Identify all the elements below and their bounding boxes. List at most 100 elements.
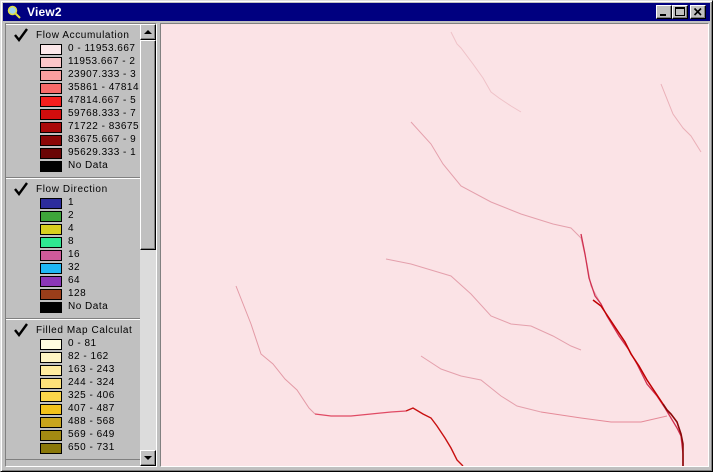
legend-item-label: 407 - 487 (68, 403, 115, 414)
legend-item-label: 0 - 11953.667 (68, 43, 136, 54)
legend-swatch (40, 161, 62, 172)
legend-swatch (40, 44, 62, 55)
theme-visibility-checkmark-icon[interactable] (14, 182, 28, 196)
legend-theme-header[interactable]: Flow Direction (6, 179, 140, 197)
theme-visibility-checkmark-icon[interactable] (14, 28, 28, 42)
legend-item-label: 95629.333 - 1 (68, 147, 137, 158)
stream-faint-top (450, 31, 522, 113)
legend-swatch (40, 109, 62, 120)
maximize-button[interactable] (672, 5, 688, 19)
legend-theme-header[interactable]: Filled Map Calculat (6, 320, 140, 338)
map-display[interactable] (160, 23, 709, 467)
legend-item-label: 0 - 81 (68, 338, 97, 349)
legend-item-label: 83675.667 - 9 (68, 134, 137, 145)
legend-item: 11953.667 - 2 (6, 56, 140, 69)
legend-item: 71722 - 83675 (6, 121, 140, 134)
legend-swatch (40, 404, 62, 415)
legend-item: 64 (6, 275, 140, 288)
stream-faint-right (660, 83, 702, 153)
legend-item: 2 (6, 210, 140, 223)
legend-swatch (40, 302, 62, 313)
main-channel-lower (592, 299, 664, 405)
legend-item-label: 71722 - 83675 (68, 121, 140, 132)
legend-theme: Flow Accumulation 0 - 11953.667 11953.667 … (6, 24, 140, 178)
legend-item: 128 (6, 288, 140, 301)
legend-swatch (40, 276, 62, 287)
stream-north-branch (410, 121, 602, 305)
legend-item: 1 (6, 197, 140, 210)
legend-item-label: 2 (68, 210, 75, 221)
legend-swatch (40, 122, 62, 133)
legend-item-label: 4 (68, 223, 75, 234)
legend-item-label: 8 (68, 236, 75, 247)
legend-item-label: 163 - 243 (68, 364, 115, 375)
legend-item: 0 - 11953.667 (6, 43, 140, 56)
legend-item-label: 244 - 324 (68, 377, 115, 388)
stream-west-branch (385, 258, 582, 351)
legend-swatch (40, 430, 62, 441)
close-button[interactable] (690, 5, 706, 19)
legend-item: 569 - 649 (6, 429, 140, 442)
legend-swatch (40, 224, 62, 235)
legend-swatch (40, 263, 62, 274)
scroll-down-button[interactable] (140, 450, 156, 466)
legend-swatch (40, 237, 62, 248)
view-magnifier-icon (7, 5, 21, 19)
legend-item-label: 23907.333 - 3 (68, 69, 137, 80)
legend-item: 244 - 324 (6, 377, 140, 390)
legend-swatch (40, 365, 62, 376)
legend-swatch (40, 70, 62, 81)
legend-item-label: 82 - 162 (68, 351, 109, 362)
legend-item-label: 47814.667 - 5 (68, 95, 137, 106)
legend-swatch (40, 339, 62, 350)
legend-item-label: 650 - 731 (68, 442, 115, 453)
stream-south-branch (420, 355, 542, 413)
legend-item: 16 (6, 249, 140, 262)
flow-accumulation-raster (235, 31, 702, 466)
legend-scrollbar[interactable] (140, 24, 156, 466)
legend-item: 95629.333 - 1 (6, 147, 140, 160)
legend-item-label: 32 (68, 262, 81, 273)
legend-item: 0 - 81 (6, 338, 140, 351)
legend-swatch (40, 378, 62, 389)
legend-theme: Filled Map Calculat 0 - 81 82 - 162 163 - 2… (6, 319, 140, 460)
legend-swatch (40, 198, 62, 209)
legend-item-label: 488 - 568 (68, 416, 115, 427)
legend-theme-header[interactable]: Flow Accumulation (6, 25, 140, 43)
legend-swatch (40, 352, 62, 363)
main-channel-upper (580, 233, 684, 466)
legend-item-label: 59768.333 - 7 (68, 108, 137, 119)
stream-bottom-east (540, 411, 668, 423)
table-of-contents: Flow Accumulation 0 - 11953.667 11953.667 … (5, 23, 157, 467)
legend-item: 23907.333 - 3 (6, 69, 140, 82)
legend-item: 163 - 243 (6, 364, 140, 377)
legend-item-label: No Data (68, 301, 109, 312)
view-window: View2 Flow Accumulation 0 - 11953.667 1195… (0, 0, 713, 472)
legend-item: 4 (6, 223, 140, 236)
legend-item: 8 (6, 236, 140, 249)
scroll-up-button[interactable] (140, 24, 156, 40)
scroll-thumb[interactable] (140, 40, 156, 250)
legend-theme-title: Filled Map Calculat (36, 325, 133, 336)
legend-item: 82 - 162 (6, 351, 140, 364)
legend-item: 35861 - 47814 (6, 82, 140, 95)
legend-theme-title: Flow Accumulation (36, 30, 130, 41)
title-bar[interactable]: View2 (3, 3, 710, 21)
stream-southwest (235, 285, 316, 415)
legend-item: 488 - 568 (6, 416, 140, 429)
legend-content: Flow Accumulation 0 - 11953.667 11953.667 … (6, 24, 140, 460)
legend-item-label: 1 (68, 197, 75, 208)
legend-swatch (40, 289, 62, 300)
legend-swatch (40, 96, 62, 107)
legend-item-label: 11953.667 - 2 (68, 56, 136, 67)
legend-item: 47814.667 - 5 (6, 95, 140, 108)
legend-swatch (40, 57, 62, 68)
legend-theme-title: Flow Direction (36, 184, 108, 195)
legend-item: No Data (6, 160, 140, 173)
legend-item: No Data (6, 301, 140, 314)
minimize-button[interactable] (656, 5, 672, 19)
theme-visibility-checkmark-icon[interactable] (14, 323, 28, 337)
legend-item-label: 64 (68, 275, 81, 286)
legend-swatch (40, 250, 62, 261)
legend-item: 325 - 406 (6, 390, 140, 403)
